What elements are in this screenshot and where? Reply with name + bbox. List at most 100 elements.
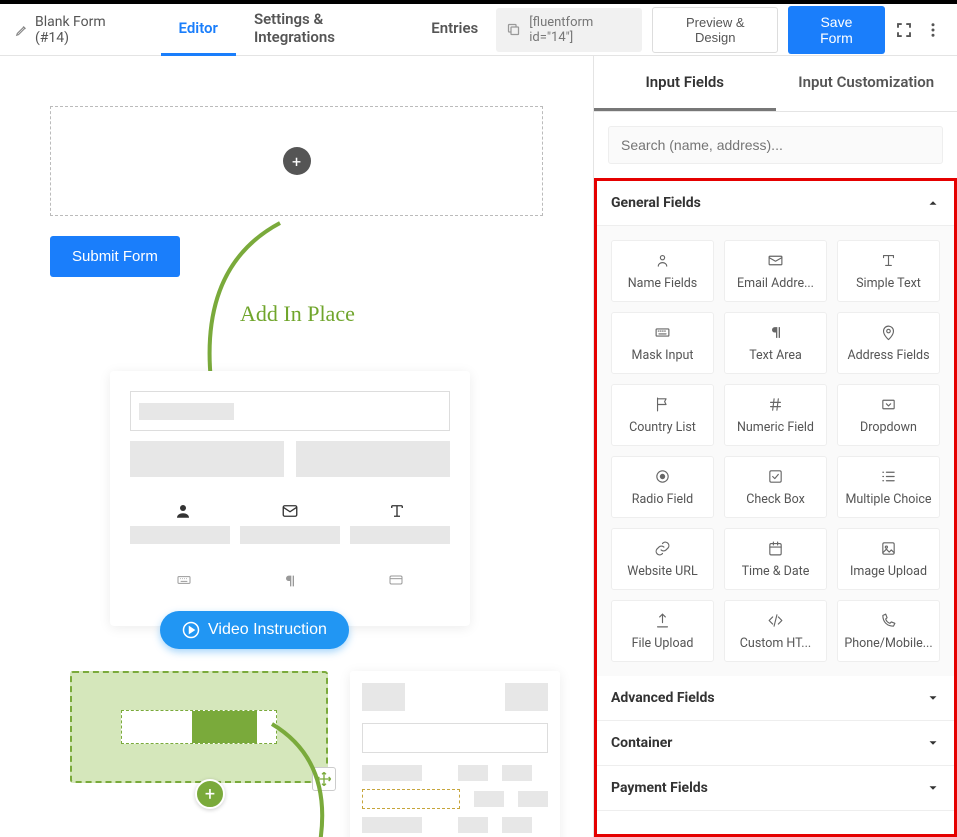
form-canvas: + Submit Form Add In Place [0, 56, 593, 837]
code-icon [767, 612, 784, 630]
section-general-fields[interactable]: General Fields [597, 181, 954, 226]
keyboard-icon [174, 572, 194, 590]
empty-dropzone[interactable]: + [50, 106, 543, 216]
field-card-keyboard[interactable]: Mask Input [611, 312, 714, 374]
main-area: + Submit Form Add In Place [0, 56, 957, 837]
submit-form-button[interactable]: Submit Form [50, 236, 180, 277]
hash-icon [767, 396, 784, 414]
field-card-label: Address Fields [847, 348, 929, 363]
pin-icon [880, 324, 897, 342]
section-advanced-fields[interactable]: Advanced Fields [597, 676, 954, 721]
field-card-code[interactable]: Custom HT... [724, 600, 827, 662]
field-card-label: Simple Text [856, 276, 921, 291]
section-label: Advanced Fields [611, 690, 715, 706]
more-icon[interactable] [923, 20, 942, 40]
preview-field-icons-row1 [130, 502, 450, 520]
save-form-button[interactable]: Save Form [788, 6, 884, 54]
field-card-image[interactable]: Image Upload [837, 528, 940, 590]
preview-field-bars-row1 [130, 526, 450, 544]
field-card-text[interactable]: Simple Text [837, 240, 940, 302]
topbar-right: [fluentform id="14"] Preview & Design Sa… [496, 6, 942, 54]
card-icon [386, 572, 406, 590]
text-icon [386, 502, 408, 520]
tab-entries[interactable]: Entries [413, 4, 496, 56]
field-card-upload[interactable]: File Upload [611, 600, 714, 662]
move-handle-icon[interactable] [312, 767, 336, 791]
placeholder-bar [139, 403, 234, 420]
chevron-down-icon [926, 691, 940, 705]
field-card-dropdown[interactable]: Dropdown [837, 384, 940, 446]
keyboard-icon [654, 324, 671, 342]
chevron-up-icon [926, 196, 940, 210]
field-card-label: Radio Field [632, 492, 694, 507]
paragraph-icon [768, 324, 784, 342]
field-card-label: Mask Input [632, 348, 694, 363]
preview-design-button[interactable]: Preview & Design [652, 7, 778, 53]
field-card-calendar[interactable]: Time & Date [724, 528, 827, 590]
drop-target[interactable] [70, 671, 328, 783]
section-payment-fields[interactable]: Payment Fields [597, 766, 954, 811]
field-card-label: Text Area [749, 348, 802, 363]
field-search-input[interactable] [608, 126, 943, 164]
phone-icon [880, 612, 897, 630]
dropdown-icon [880, 396, 897, 414]
fullscreen-icon[interactable] [895, 20, 914, 40]
link-icon [654, 540, 671, 558]
form-name-text: Blank Form (#14) [35, 14, 133, 46]
tab-input-fields[interactable]: Input Fields [594, 56, 776, 111]
field-card-label: File Upload [632, 636, 694, 651]
dragging-card[interactable] [121, 710, 277, 744]
field-card-paragraph[interactable]: Text Area [724, 312, 827, 374]
add-field-button[interactable]: + [283, 147, 311, 175]
field-card-mail[interactable]: Email Addre... [724, 240, 827, 302]
calendar-icon [767, 540, 784, 558]
chevron-down-icon [926, 736, 940, 750]
plus-icon: + [292, 152, 301, 171]
field-card-phone[interactable]: Phone/Mobile... [837, 600, 940, 662]
dashed-drop-slot[interactable] [362, 789, 460, 809]
field-card-label: Image Upload [850, 564, 927, 579]
upload-icon [654, 612, 671, 630]
section-label: Payment Fields [611, 780, 708, 796]
top-bar: Blank Form (#14) Editor Settings & Integ… [0, 0, 957, 56]
preview-field-icons-row2 [130, 572, 450, 590]
tab-input-customization[interactable]: Input Customization [776, 56, 957, 111]
section-label: Container [611, 735, 672, 751]
field-card-label: Country List [629, 420, 696, 435]
paragraph-icon [282, 572, 298, 590]
field-card-flag[interactable]: Country List [611, 384, 714, 446]
video-instruction-button[interactable]: Video Instruction [160, 611, 349, 649]
field-card-label: Multiple Choice [845, 492, 931, 507]
sidebar-tabs: Input Fields Input Customization [594, 56, 957, 112]
topbar-left: Blank Form (#14) Editor Settings & Integ… [15, 4, 496, 56]
field-card-label: Numeric Field [737, 420, 814, 435]
preview-name-row [130, 391, 450, 431]
form-preview-card [110, 371, 470, 626]
form-name[interactable]: Blank Form (#14) [15, 14, 133, 46]
right-sidebar: Input Fields Input Customization General… [593, 56, 957, 837]
section-container[interactable]: Container [597, 721, 954, 766]
add-badge-icon[interactable]: + [195, 779, 225, 809]
field-card-label: Website URL [627, 564, 697, 579]
tab-settings[interactable]: Settings & Integrations [236, 4, 413, 56]
field-card-hash[interactable]: Numeric Field [724, 384, 827, 446]
field-card-pin[interactable]: Address Fields [837, 312, 940, 374]
preview-text-input[interactable] [362, 723, 548, 753]
field-card-user-circle[interactable]: Name Fields [611, 240, 714, 302]
copy-icon [506, 22, 521, 37]
video-instruction-label: Video Instruction [208, 621, 327, 639]
pencil-icon [15, 23, 29, 37]
field-card-label: Check Box [746, 492, 805, 507]
field-card-link[interactable]: Website URL [611, 528, 714, 590]
field-card-label: Dropdown [860, 420, 917, 435]
preview-split-row [130, 441, 450, 477]
field-card-label: Email Addre... [737, 276, 814, 291]
shortcode-text: [fluentform id="14"] [529, 15, 632, 45]
tab-editor[interactable]: Editor [161, 4, 236, 56]
field-card-radio[interactable]: Radio Field [611, 456, 714, 518]
field-card-list[interactable]: Multiple Choice [837, 456, 940, 518]
shortcode-display[interactable]: [fluentform id="14"] [496, 8, 642, 52]
field-card-label: Phone/Mobile... [844, 636, 932, 651]
mail-icon [767, 252, 784, 270]
field-card-check[interactable]: Check Box [724, 456, 827, 518]
